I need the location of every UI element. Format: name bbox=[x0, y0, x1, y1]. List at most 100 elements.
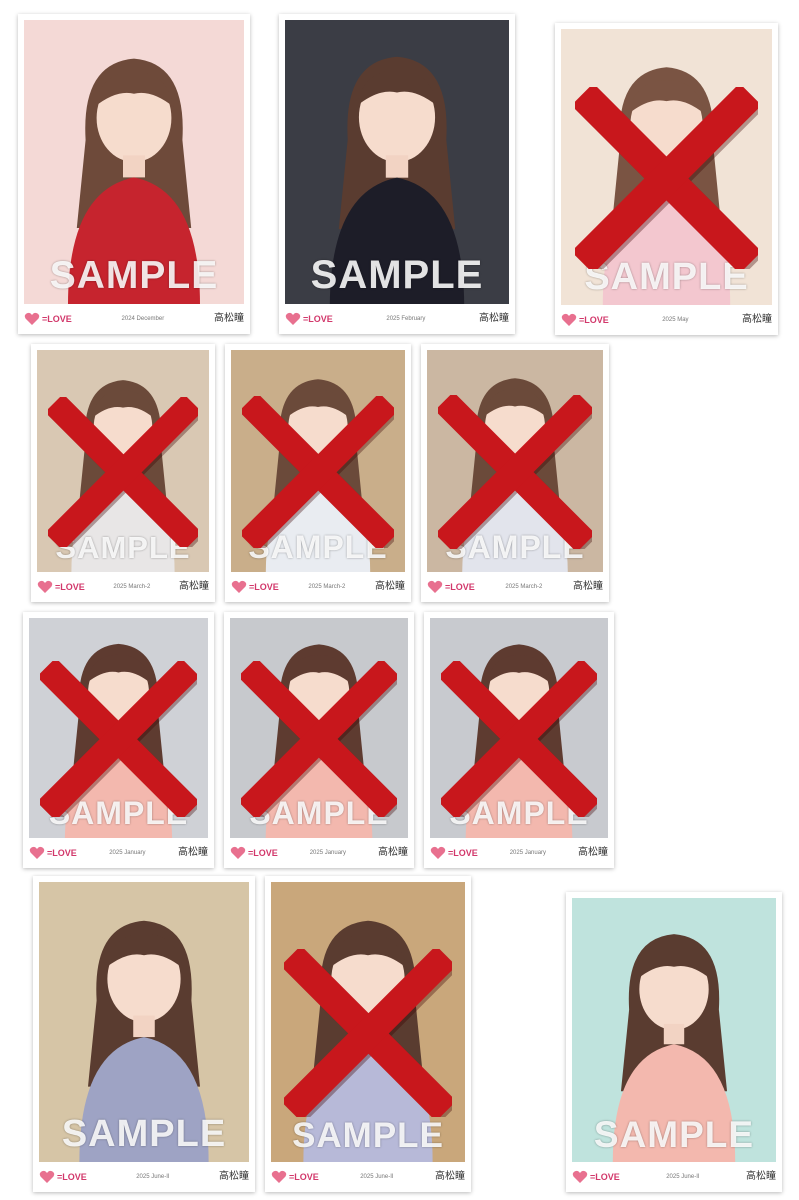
heart-logo-icon bbox=[24, 312, 40, 325]
group-logo-text: =LOVE bbox=[579, 315, 609, 325]
photo-card-9[interactable]: SAMPLE =LOVE 2025 January 高松瞳 bbox=[424, 612, 614, 868]
photo-card-8[interactable]: SAMPLE =LOVE 2025 January 高松瞳 bbox=[224, 612, 414, 868]
group-logo-text: =LOVE bbox=[248, 848, 278, 858]
photo-image: SAMPLE bbox=[24, 20, 244, 304]
release-date: 2025 January bbox=[109, 850, 146, 856]
member-name: 高松瞳 bbox=[219, 1171, 249, 1182]
photo-image: SAMPLE bbox=[427, 350, 603, 572]
heart-logo-icon bbox=[561, 313, 577, 326]
card-footer: =LOVE 2025 January 高松瞳 bbox=[29, 840, 208, 866]
member-name: 高松瞳 bbox=[577, 847, 608, 858]
heart-logo-icon bbox=[37, 580, 53, 593]
sample-watermark: SAMPLE bbox=[61, 1113, 227, 1155]
photo-image: SAMPLE bbox=[271, 882, 465, 1162]
group-logo: =LOVE bbox=[430, 846, 478, 860]
release-date: 2025 January bbox=[509, 850, 547, 856]
sample-watermark: SAMPLE bbox=[445, 529, 585, 565]
release-date: 2025 June-II bbox=[360, 1174, 394, 1180]
heart-logo-icon bbox=[39, 1170, 55, 1183]
card-footer: =LOVE 2025 June-II 高松瞳 bbox=[271, 1164, 465, 1190]
card-footer: =LOVE 2025 June-II 高松瞳 bbox=[39, 1164, 249, 1190]
photo-image: SAMPLE bbox=[37, 350, 209, 572]
photo-card-1[interactable]: SAMPLE =LOVE 2024 December 高松瞳 bbox=[18, 14, 250, 334]
photo-image: SAMPLE bbox=[231, 350, 405, 572]
card-footer: =LOVE 2025 March-2 高松瞳 bbox=[231, 574, 405, 600]
group-logo-text: =LOVE bbox=[445, 582, 475, 592]
heart-logo-icon bbox=[427, 580, 443, 593]
group-logo: =LOVE bbox=[427, 580, 475, 594]
heart-logo-icon bbox=[230, 846, 246, 859]
release-date: 2025 February bbox=[386, 316, 426, 322]
group-logo: =LOVE bbox=[561, 313, 609, 327]
member-name: 高松瞳 bbox=[742, 314, 772, 325]
sample-watermark: SAMPLE bbox=[49, 254, 219, 297]
sample-watermark: SAMPLE bbox=[55, 530, 191, 565]
release-date: 2024 December bbox=[121, 316, 165, 322]
group-logo-text: =LOVE bbox=[249, 582, 279, 592]
group-logo-text: =LOVE bbox=[42, 314, 72, 324]
group-logo-text: =LOVE bbox=[47, 848, 77, 858]
photo-card-10[interactable]: SAMPLE =LOVE 2025 June-II 高松瞳 bbox=[33, 876, 255, 1192]
member-name: 高松瞳 bbox=[746, 1171, 776, 1182]
sample-watermark: SAMPLE bbox=[584, 256, 749, 298]
card-footer: =LOVE 2025 January 高松瞳 bbox=[430, 840, 608, 866]
sample-watermark: SAMPLE bbox=[310, 253, 484, 297]
release-date: 2025 June-II bbox=[666, 1174, 700, 1180]
heart-logo-icon bbox=[271, 1170, 287, 1183]
group-logo: =LOVE bbox=[37, 580, 85, 594]
sample-watermark: SAMPLE bbox=[248, 529, 388, 565]
photo-card-5[interactable]: SAMPLE =LOVE 2025 March-2 高松瞳 bbox=[225, 344, 411, 602]
release-date: 2025 May bbox=[662, 317, 689, 323]
group-logo: =LOVE bbox=[572, 1170, 620, 1184]
release-date: 2025 March-2 bbox=[505, 584, 543, 590]
member-name: 高松瞳 bbox=[177, 847, 208, 858]
group-logo: =LOVE bbox=[271, 1170, 319, 1184]
card-footer: =LOVE 2025 February 高松瞳 bbox=[285, 306, 509, 332]
heart-logo-icon bbox=[430, 846, 446, 859]
photo-image: SAMPLE bbox=[285, 20, 509, 304]
photo-image: SAMPLE bbox=[39, 882, 249, 1162]
card-footer: =LOVE 2025 March-2 高松瞳 bbox=[427, 574, 603, 600]
photo-image: SAMPLE bbox=[572, 898, 776, 1162]
card-footer: =LOVE 2025 May 高松瞳 bbox=[561, 307, 772, 333]
sample-watermark: SAMPLE bbox=[249, 795, 389, 831]
group-logo: =LOVE bbox=[29, 846, 77, 860]
sample-watermark: SAMPLE bbox=[48, 795, 189, 831]
sample-watermark: SAMPLE bbox=[292, 1116, 444, 1155]
group-logo-text: =LOVE bbox=[57, 1172, 87, 1182]
photo-card-6[interactable]: SAMPLE =LOVE 2025 March-2 高松瞳 bbox=[421, 344, 609, 602]
photo-image: SAMPLE bbox=[430, 618, 608, 838]
photo-image: SAMPLE bbox=[230, 618, 408, 838]
group-logo-text: =LOVE bbox=[590, 1172, 620, 1182]
release-date: 2025 January bbox=[309, 850, 347, 856]
member-name: 高松瞳 bbox=[377, 847, 408, 858]
member-name: 高松瞳 bbox=[374, 581, 405, 592]
group-logo-text: =LOVE bbox=[303, 314, 333, 324]
group-logo: =LOVE bbox=[39, 1170, 87, 1184]
photo-card-4[interactable]: SAMPLE =LOVE 2025 March-2 高松瞳 bbox=[31, 344, 215, 602]
heart-logo-icon bbox=[572, 1170, 588, 1183]
group-logo-text: =LOVE bbox=[448, 848, 478, 858]
member-name: 高松瞳 bbox=[214, 313, 244, 324]
group-logo: =LOVE bbox=[231, 580, 279, 594]
group-logo-text: =LOVE bbox=[289, 1172, 319, 1182]
photo-image: SAMPLE bbox=[29, 618, 208, 838]
card-footer: =LOVE 2024 December 高松瞳 bbox=[24, 306, 244, 332]
sample-watermark: SAMPLE bbox=[449, 795, 589, 831]
photo-card-2[interactable]: SAMPLE =LOVE 2025 February 高松瞳 bbox=[279, 14, 515, 334]
photo-card-7[interactable]: SAMPLE =LOVE 2025 January 高松瞳 bbox=[23, 612, 214, 868]
card-footer: =LOVE 2025 June-II 高松瞳 bbox=[572, 1164, 776, 1190]
photo-card-3[interactable]: SAMPLE =LOVE 2025 May 高松瞳 bbox=[555, 23, 778, 335]
photo-card-12[interactable]: SAMPLE =LOVE 2025 June-II 高松瞳 bbox=[566, 892, 782, 1192]
group-logo: =LOVE bbox=[230, 846, 278, 860]
release-date: 2025 March-2 bbox=[308, 584, 346, 590]
card-footer: =LOVE 2025 January 高松瞳 bbox=[230, 840, 408, 866]
release-date: 2025 March-2 bbox=[113, 584, 151, 590]
photo-card-11[interactable]: SAMPLE =LOVE 2025 June-II 高松瞳 bbox=[265, 876, 471, 1192]
card-footer: =LOVE 2025 March-2 高松瞳 bbox=[37, 574, 209, 600]
group-logo: =LOVE bbox=[24, 312, 72, 326]
release-date: 2025 June-II bbox=[136, 1174, 170, 1180]
group-logo: =LOVE bbox=[285, 312, 333, 326]
member-name: 高松瞳 bbox=[478, 313, 509, 324]
group-logo-text: =LOVE bbox=[55, 582, 85, 592]
